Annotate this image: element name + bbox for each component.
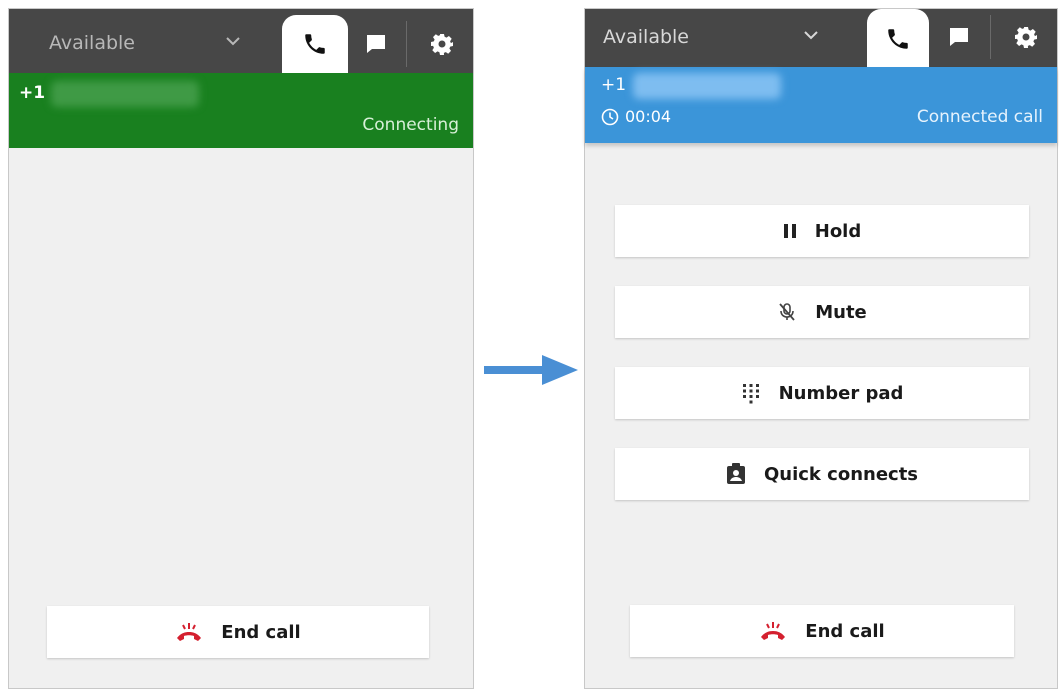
contact-card-icon [726, 463, 746, 485]
phone-icon [305, 34, 325, 54]
top-bar: Available [585, 9, 1057, 69]
hang-up-icon [175, 621, 203, 643]
pause-icon [783, 223, 797, 239]
transition-arrow [484, 355, 578, 385]
agent-status-dropdown[interactable]: Available [49, 15, 249, 71]
gear-icon [1015, 27, 1037, 48]
ccp-connecting-panel: Available +1 Connecting End call [8, 8, 474, 689]
phone-icon [888, 29, 908, 49]
keypad-icon [741, 382, 761, 404]
hold-button[interactable]: Hold [615, 205, 1029, 257]
caller-number-prefix: +1 [601, 75, 627, 95]
tab-settings[interactable] [995, 9, 1057, 65]
redacted-phone-number [51, 81, 199, 107]
chat-icon [950, 28, 968, 46]
tab-phone[interactable] [282, 15, 348, 73]
hang-up-icon [759, 620, 787, 642]
chevron-down-icon [804, 31, 818, 40]
mute-button[interactable]: Mute [615, 286, 1029, 338]
agent-status-label: Available [603, 26, 690, 48]
hold-label: Hold [814, 220, 862, 242]
tab-chat[interactable] [931, 9, 987, 65]
call-status-bar-connected: +1 00:04 Connected call [585, 67, 1057, 143]
chat-icon [367, 35, 385, 53]
end-call-button[interactable]: End call [630, 605, 1014, 657]
call-timer-value: 00:04 [625, 107, 672, 126]
gear-icon [431, 34, 453, 55]
tab-chat[interactable] [351, 15, 401, 73]
call-timer: 00:04 [601, 107, 671, 126]
call-status-text: Connected call [916, 107, 1043, 127]
tab-divider [406, 21, 407, 67]
clock-icon [601, 108, 619, 125]
tab-phone[interactable] [867, 9, 929, 69]
quick-connects-label: Quick connects [763, 463, 919, 485]
agent-status-label: Available [49, 32, 136, 54]
call-status-bar-connecting: +1 Connecting [9, 73, 473, 148]
tab-divider [990, 15, 991, 59]
chevron-down-icon [226, 37, 240, 46]
top-bar: Available [9, 9, 473, 73]
tab-settings[interactable] [411, 15, 473, 73]
end-call-button[interactable]: End call [47, 606, 429, 658]
redacted-phone-number [633, 73, 781, 99]
call-status-text: Connecting [362, 115, 459, 135]
end-call-label: End call [221, 621, 301, 643]
mic-off-icon [777, 302, 797, 322]
ccp-connected-panel: Available +1 00:04 Connected call Hold M… [584, 8, 1058, 689]
number-pad-button[interactable]: Number pad [615, 367, 1029, 419]
end-call-label: End call [805, 620, 885, 642]
caller-number-prefix: +1 [19, 83, 46, 103]
mute-label: Mute [815, 301, 867, 323]
agent-status-dropdown[interactable]: Available [603, 9, 843, 65]
quick-connects-button[interactable]: Quick connects [615, 448, 1029, 500]
number-pad-label: Number pad [778, 382, 904, 404]
